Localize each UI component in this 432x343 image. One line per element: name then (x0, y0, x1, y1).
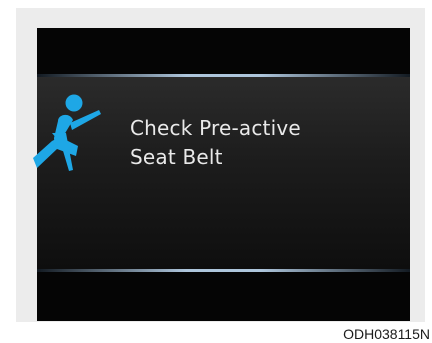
figure-code: ODH038115N (343, 326, 430, 342)
display-bottom-band (37, 269, 410, 272)
warning-message-line-1: Check Pre-active (130, 116, 301, 140)
warning-message-line-2: Seat Belt (130, 145, 223, 169)
seat-belt-warning-icon (33, 94, 101, 171)
warning-message: Check Pre-active Seat Belt (130, 114, 301, 172)
cluster-display (37, 28, 410, 321)
